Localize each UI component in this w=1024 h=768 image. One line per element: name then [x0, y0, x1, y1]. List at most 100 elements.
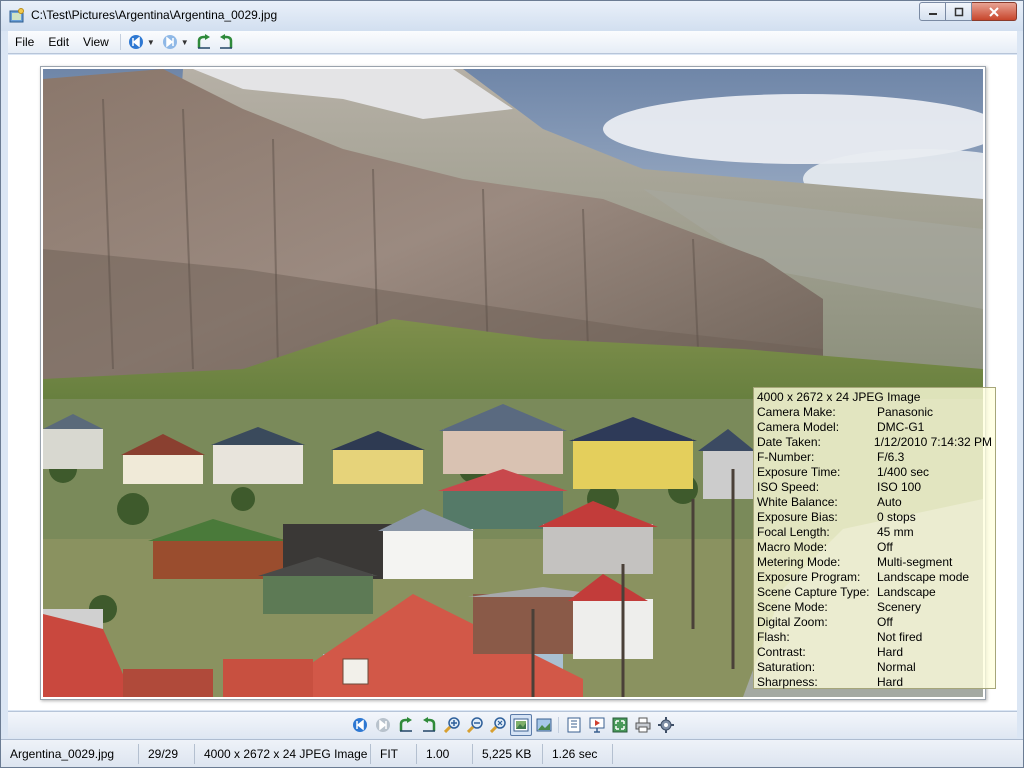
info-value: 1/400 sec	[877, 465, 930, 479]
info-row: Scene Mode: Scenery	[757, 600, 992, 615]
zoom-in-icon[interactable]	[441, 714, 463, 736]
info-row: Focal Length: 45 mm	[757, 525, 992, 540]
info-row: White Balance: Auto	[757, 495, 992, 510]
info-row: Date Taken: 1/12/2010 7:14:32 PM	[757, 435, 992, 450]
next-dropdown-icon[interactable]: ▼	[181, 38, 189, 47]
rotate-right-icon[interactable]	[218, 34, 234, 50]
info-key: Sharpness:	[757, 675, 818, 689]
rotate-right-icon[interactable]	[418, 714, 440, 736]
info-key: Saturation:	[757, 660, 816, 674]
info-header: 4000 x 2672 x 24 JPEG Image	[757, 390, 921, 404]
info-value: Scenery	[877, 600, 922, 614]
info-value: 1/12/2010 7:14:32 PM	[873, 435, 992, 449]
info-key: Scene Mode:	[757, 600, 828, 614]
title-bar: C:\Test\Pictures\Argentina\Argentina_002…	[1, 1, 1023, 31]
menu-view[interactable]: View	[76, 31, 116, 54]
info-value: DMC-G1	[877, 420, 925, 434]
info-value: F/6.3	[877, 450, 905, 464]
menu-file[interactable]: File	[8, 31, 41, 54]
slideshow-icon[interactable]	[586, 714, 608, 736]
minimize-button[interactable]	[919, 2, 946, 21]
info-value: Landscape	[877, 585, 936, 599]
info-key: Scene Capture Type:	[757, 585, 870, 599]
info-value: 45 mm	[877, 525, 914, 539]
info-key: Flash:	[757, 630, 790, 644]
info-key: White Balance:	[757, 495, 838, 509]
status-image-info: 4000 x 2672 x 24 JPEG Image	[195, 743, 371, 764]
info-icon[interactable]	[563, 714, 585, 736]
info-key: F-Number:	[757, 450, 815, 464]
info-key: Exposure Time:	[757, 465, 841, 479]
print-icon[interactable]	[632, 714, 654, 736]
info-value: Off	[877, 615, 893, 629]
zoom-fit-icon[interactable]	[487, 714, 509, 736]
close-button[interactable]	[972, 2, 1017, 21]
info-key: Contrast:	[757, 645, 806, 659]
info-row: Metering Mode: Multi-segment	[757, 555, 992, 570]
status-bar: Argentina_0029.jpg 29/29 4000 x 2672 x 2…	[1, 739, 1023, 767]
exif-info-panel: 4000 x 2672 x 24 JPEG Image Camera Make:…	[753, 387, 996, 689]
fit-window-icon[interactable]	[509, 714, 532, 736]
maximize-button[interactable]	[946, 2, 972, 21]
image-view-area[interactable]: 4000 x 2672 x 24 JPEG Image Camera Make:…	[8, 55, 1017, 710]
previous-dropdown-icon[interactable]: ▼	[147, 38, 155, 47]
info-row: Macro Mode: Off	[757, 540, 992, 555]
fullscreen-icon[interactable]	[609, 714, 631, 736]
bottom-toolbar	[8, 711, 1017, 738]
info-value: Not fired	[877, 630, 923, 644]
info-key: Camera Model:	[757, 420, 840, 434]
info-value: Landscape mode	[877, 570, 970, 584]
info-key: Date Taken:	[757, 435, 821, 449]
toolbar-separator	[558, 717, 559, 733]
status-fit-mode: FIT	[371, 743, 417, 764]
info-row: Exposure Time: 1/400 sec	[757, 465, 992, 480]
info-row: Saturation: Normal	[757, 660, 992, 675]
info-key: Focal Length:	[757, 525, 830, 539]
app-icon[interactable]	[9, 8, 25, 24]
info-value: Panasonic	[877, 405, 934, 419]
info-value: Multi-segment	[877, 555, 953, 569]
info-key: Camera Make:	[757, 405, 836, 419]
info-row: Scene Capture Type: Landscape	[757, 585, 992, 600]
previous-icon[interactable]	[128, 34, 144, 50]
info-key: ISO Speed:	[757, 480, 820, 494]
info-row: Digital Zoom: Off	[757, 615, 992, 630]
info-key: Metering Mode:	[757, 555, 841, 569]
previous-icon[interactable]	[349, 714, 371, 736]
zoom-out-icon[interactable]	[464, 714, 486, 736]
status-position: 29/29	[139, 743, 195, 764]
info-row: F-Number: F/6.3	[757, 450, 992, 465]
next-icon[interactable]	[372, 714, 394, 736]
info-row: ISO Speed: ISO 100	[757, 480, 992, 495]
info-row: Flash: Not fired	[757, 630, 992, 645]
menu-edit[interactable]: Edit	[41, 31, 76, 54]
next-icon[interactable]	[162, 34, 178, 50]
status-load-time: 1.26 sec	[543, 743, 613, 764]
info-key: Macro Mode:	[757, 540, 828, 554]
info-row: Camera Model: DMC-G1	[757, 420, 992, 435]
info-key: Exposure Bias:	[757, 510, 838, 524]
status-filename: Argentina_0029.jpg	[1, 743, 139, 764]
info-value: Normal	[877, 660, 916, 674]
info-row: Camera Make: Panasonic	[757, 405, 992, 420]
menu-separator	[119, 34, 121, 50]
settings-icon[interactable]	[655, 714, 677, 736]
info-value: 0 stops	[877, 510, 916, 524]
info-row: Contrast: Hard	[757, 645, 992, 660]
rotate-left-icon[interactable]	[196, 34, 212, 50]
window-title: C:\Test\Pictures\Argentina\Argentina_002…	[31, 8, 278, 22]
app-window: C:\Test\Pictures\Argentina\Argentina_002…	[0, 0, 1024, 768]
status-zoom: 1.00	[417, 743, 473, 764]
rotate-left-icon[interactable]	[395, 714, 417, 736]
actual-size-icon[interactable]	[533, 714, 555, 736]
info-value: Hard	[877, 675, 904, 689]
info-row: Exposure Bias: 0 stops	[757, 510, 992, 525]
info-value: Off	[877, 540, 893, 554]
info-value: Auto	[877, 495, 902, 509]
menu-bar: File Edit View ▼ ▼	[8, 31, 1017, 54]
info-value: ISO 100	[877, 480, 922, 494]
info-row: Exposure Program: Landscape mode	[757, 570, 992, 585]
info-key: Digital Zoom:	[757, 615, 828, 629]
info-row: Sharpness: Hard	[757, 675, 992, 690]
info-key: Exposure Program:	[757, 570, 861, 584]
